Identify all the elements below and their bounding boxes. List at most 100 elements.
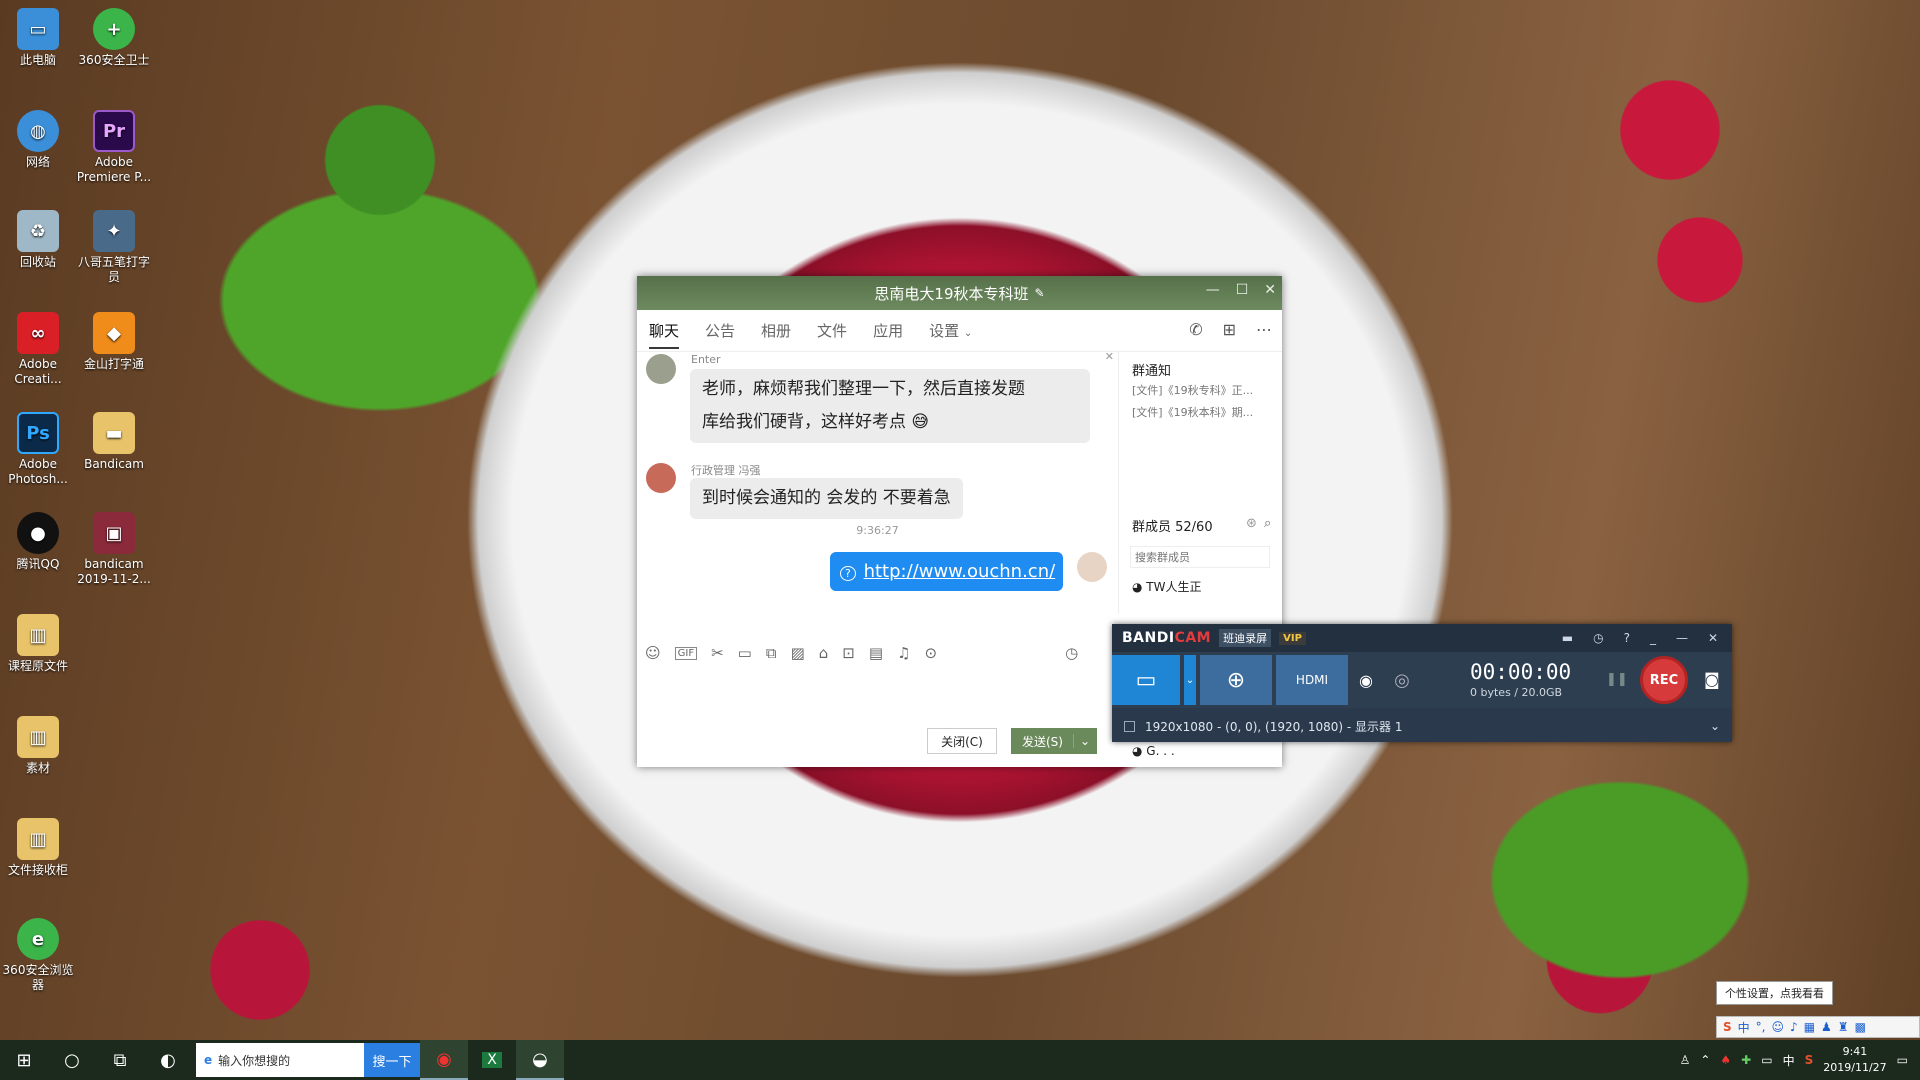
minimize-icon[interactable]: — — [1676, 631, 1688, 645]
gif-icon[interactable]: GIF — [674, 646, 698, 660]
minimize-icon[interactable]: _ — [1650, 631, 1656, 645]
desktop-icon-recycle[interactable]: ♻ 回收站 — [0, 210, 76, 270]
tab-album[interactable]: 相册 — [761, 320, 791, 341]
desktop-icon-qq[interactable]: ● 腾讯QQ — [0, 512, 76, 572]
desktop-icon-file-cabinet[interactable]: ▥ 文件接收柜 — [0, 818, 76, 878]
phone-icon[interactable]: ✆ — [1189, 320, 1202, 339]
pause-icon[interactable]: ❚❚ — [1606, 672, 1628, 687]
user-icon[interactable]: ♟ — [1821, 1020, 1832, 1034]
device-mode-button[interactable]: HDMI — [1276, 655, 1348, 705]
emoji-icon[interactable]: ☺ — [645, 644, 661, 662]
message-list[interactable]: ✕ Enter 老师，麻烦帮我们整理一下，然后直接发题 库给我们硬背，这样好考点… — [637, 350, 1119, 614]
360-tray-icon[interactable]: ✚ — [1741, 1053, 1751, 1067]
clock[interactable]: 9:41 2019/11/27 — [1823, 1044, 1886, 1076]
webcam-icon[interactable]: ◎ — [1380, 670, 1424, 691]
desktop-icon-creative-cloud[interactable]: ∞ Adobe Creati... — [0, 312, 76, 387]
tab-settings[interactable]: 设置 ⌄ — [929, 320, 972, 341]
shop-icon[interactable]: ⌂ — [819, 644, 829, 662]
ime-toolbar[interactable]: S 中 °, ☺ ♪ ▦ ♟ ♜ ▩ — [1716, 1016, 1920, 1038]
bandicam-titlebar[interactable]: BANDICAM 班迪录屏 VIP ▬ ◷ ? _ — ✕ — [1112, 624, 1732, 652]
close-button[interactable]: 关闭(C) — [927, 728, 997, 754]
notification-icon[interactable]: ▭ — [1897, 1053, 1908, 1067]
search-icon[interactable]: ⌕ — [1264, 516, 1271, 531]
mic-icon[interactable]: ◉ — [1352, 671, 1380, 690]
folder-icon[interactable]: ▬ — [1562, 631, 1573, 645]
emoji-icon[interactable]: ☺ — [1772, 1020, 1785, 1034]
tab-announcement[interactable]: 公告 — [705, 320, 735, 341]
desktop-icon-bandicam-folder[interactable]: ▬ Bandicam — [76, 412, 152, 472]
edit-icon[interactable]: ✎ — [1035, 286, 1045, 300]
more-icon[interactable]: ⋯ — [1256, 320, 1272, 339]
close-icon[interactable]: ✕ — [1264, 282, 1276, 298]
chevron-up-icon[interactable]: ⌃ — [1700, 1053, 1710, 1067]
history-icon[interactable]: ◷ — [1065, 644, 1078, 662]
add-chat-icon[interactable]: ⊞ — [1223, 320, 1236, 339]
ime-indicator[interactable]: 中 — [1783, 1052, 1795, 1069]
avatar[interactable] — [1077, 552, 1107, 582]
bell-icon[interactable]: ♫ — [897, 644, 910, 662]
start-button[interactable]: ⊞ — [0, 1040, 48, 1080]
close-icon[interactable]: ✕ — [1708, 631, 1718, 645]
chat-titlebar[interactable]: 思南电大19秋本专科班 ✎ — ☐ ✕ — [637, 276, 1282, 310]
minimize-icon[interactable]: — — [1206, 282, 1220, 298]
excel-taskbar-button[interactable]: X — [468, 1040, 516, 1080]
game-mode-button[interactable]: ⊕ — [1200, 655, 1272, 705]
message-input[interactable] — [637, 670, 1119, 726]
desktop-icon-360[interactable]: +360安全卫士 — [76, 8, 152, 68]
sogou-icon[interactable]: S — [1723, 1020, 1732, 1034]
member-search-input[interactable] — [1130, 546, 1270, 568]
mic-icon[interactable]: ♪ — [1790, 1020, 1798, 1034]
avatar[interactable] — [646, 463, 676, 493]
member-item[interactable]: ◕ G. . . — [1132, 744, 1175, 758]
more-icon[interactable]: ⊙ — [925, 644, 938, 662]
chevron-down-icon[interactable]: ⌄ — [1072, 734, 1096, 748]
notice-item[interactable]: [文件]《19秋专科》正... — [1132, 382, 1253, 398]
avatar[interactable] — [646, 354, 676, 384]
screenshot-icon[interactable]: ⧉ — [766, 644, 777, 662]
network-icon[interactable]: ▭ — [1761, 1053, 1772, 1067]
grid-icon[interactable]: ▩ — [1855, 1020, 1866, 1034]
scissors-icon[interactable]: ✂ — [711, 644, 724, 662]
antivirus-icon[interactable]: ♠ — [1720, 1053, 1731, 1067]
rec-button[interactable]: REC — [1640, 656, 1688, 704]
camera-icon[interactable]: ◙ — [1704, 670, 1720, 689]
app-360-button[interactable]: ◐ — [144, 1040, 192, 1080]
tab-chat[interactable]: 聊天 — [649, 320, 680, 349]
chevron-down-icon[interactable]: ⌄ — [1184, 655, 1196, 705]
message-link[interactable]: http://www.ouchn.cn/ — [864, 561, 1056, 582]
bandicam-taskbar-button[interactable]: ◉ — [420, 1040, 468, 1080]
clock-icon[interactable]: ◷ — [1593, 631, 1603, 645]
gift-icon[interactable]: ⊡ — [842, 644, 855, 662]
ime-mode[interactable]: 中 — [1738, 1019, 1750, 1036]
folder-icon[interactable]: ▭ — [738, 644, 752, 662]
close-icon[interactable]: ✕ — [1105, 350, 1114, 363]
desktop-icon-course-files[interactable]: ▥ 课程原文件 — [0, 614, 76, 674]
checkbox-icon[interactable] — [1124, 720, 1135, 732]
capture-area-bar[interactable]: 1920x1080 - (0, 0), (1920, 1080) - 显示器 1… — [1112, 710, 1732, 742]
keyboard-icon[interactable]: ▦ — [1804, 1020, 1815, 1034]
screen-mode-button[interactable]: ▭ — [1112, 655, 1180, 705]
desktop-icon-kingsoft[interactable]: ◆ 金山打字通 — [76, 312, 152, 372]
settings-icon[interactable]: ⊛ — [1246, 516, 1257, 531]
qq-taskbar-button[interactable]: ◒ — [516, 1040, 564, 1080]
search-button[interactable]: 搜一下 — [364, 1043, 420, 1077]
desktop-icon-photoshop[interactable]: Ps Adobe Photosh... — [0, 412, 76, 487]
vip-badge[interactable]: VIP — [1279, 631, 1306, 645]
desktop-icon-computer[interactable]: ▭ 此电脑 — [0, 8, 76, 68]
maximize-icon[interactable]: ☐ — [1236, 282, 1249, 298]
punctuation-icon[interactable]: °, — [1756, 1020, 1766, 1034]
task-view-button[interactable]: ⧉ — [96, 1040, 144, 1080]
sogou-icon[interactable]: S — [1805, 1053, 1814, 1067]
desktop-icon-360-browser[interactable]: e 360安全浏览器 — [0, 918, 76, 993]
shirt-icon[interactable]: ♜ — [1838, 1020, 1849, 1034]
image-icon[interactable]: ▨ — [791, 644, 805, 662]
search-input[interactable]: e 输入你想搜的 — [196, 1043, 364, 1077]
notice-item[interactable]: [文件]《19秋本科》期... — [1132, 404, 1253, 420]
send-button[interactable]: 发送(S) ⌄ — [1011, 728, 1097, 754]
help-icon[interactable]: ? — [1624, 631, 1630, 645]
member-item[interactable]: ◕ TW人生正 — [1132, 578, 1202, 595]
chevron-down-icon[interactable]: ⌄ — [1710, 719, 1732, 733]
cortana-button[interactable]: ○ — [48, 1040, 96, 1080]
desktop-icon-bage[interactable]: ✦ 八哥五笔打字员 — [76, 210, 152, 285]
people-icon[interactable]: ♙ — [1680, 1053, 1691, 1067]
